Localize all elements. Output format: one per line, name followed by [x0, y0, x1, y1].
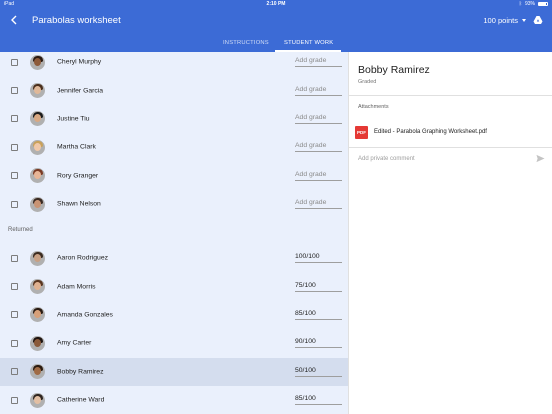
- student-name[interactable]: Martha Clark: [57, 144, 96, 151]
- returned-section-label: Returned: [8, 227, 33, 233]
- avatar: [30, 364, 45, 380]
- status-right: ᛒ 93%: [519, 1, 548, 7]
- row-checkbox[interactable]: [11, 311, 18, 319]
- student-row[interactable]: Jennifer Garcia Add grade: [0, 76, 348, 104]
- student-name[interactable]: Amy Carter: [57, 340, 91, 347]
- status-bar: iPad 2:10 PM ᛒ 93%: [0, 0, 552, 8]
- battery-percent: 93%: [524, 1, 535, 7]
- row-checkbox[interactable]: [11, 58, 18, 66]
- avatar: [30, 196, 45, 212]
- tab-student-work[interactable]: STUDENT WORK: [284, 40, 333, 46]
- points-dropdown[interactable]: 100 points: [483, 16, 526, 25]
- dropdown-caret-icon: [522, 19, 526, 22]
- grade-input[interactable]: Add grade: [295, 114, 342, 124]
- student-name[interactable]: Aaron Rodriguez: [57, 255, 108, 262]
- attachments-label: Attachments: [358, 104, 389, 110]
- avatar: [30, 168, 45, 184]
- student-name[interactable]: Cheryl Murphy: [57, 59, 101, 66]
- student-row[interactable]: Catherine Ward 85/100: [0, 386, 348, 414]
- student-name[interactable]: Amanda Gonzales: [57, 311, 113, 318]
- student-row[interactable]: Amy Carter 90/100: [0, 329, 348, 357]
- private-comment-input[interactable]: Add private comment: [358, 156, 415, 162]
- student-row[interactable]: Cheryl Murphy Add grade: [0, 52, 348, 76]
- student-name[interactable]: Jennifer Garcia: [57, 87, 103, 94]
- grade-input[interactable]: Add grade: [295, 171, 342, 181]
- avatar: [30, 111, 45, 127]
- student-row[interactable]: Bobby Ramirez 50/100: [0, 357, 348, 386]
- send-icon[interactable]: [536, 154, 545, 163]
- avatar: [30, 54, 45, 70]
- grade-input[interactable]: Add grade: [295, 57, 342, 68]
- student-name[interactable]: Shawn Nelson: [57, 201, 101, 208]
- row-checkbox[interactable]: [11, 172, 18, 180]
- grade-input[interactable]: 75/100: [295, 282, 342, 292]
- back-button[interactable]: [7, 13, 21, 27]
- avatar: [30, 307, 45, 323]
- row-checkbox[interactable]: [11, 87, 18, 95]
- tab-bar: INSTRUCTIONS STUDENT WORK: [0, 38, 552, 52]
- student-row[interactable]: Aaron Rodriguez 100/100: [0, 244, 348, 272]
- attachment-file-link[interactable]: Edited - Parabola Graphing Worksheet.pdf: [374, 129, 487, 135]
- divider: [349, 147, 552, 148]
- clock: 2:10 PM: [266, 1, 286, 7]
- grade-input[interactable]: 85/100: [295, 310, 342, 320]
- student-name[interactable]: Rory Granger: [57, 172, 98, 179]
- detail-student-name: Bobby Ramirez: [358, 64, 430, 76]
- row-checkbox[interactable]: [11, 254, 18, 262]
- pdf-icon: PDF: [355, 126, 368, 139]
- student-row[interactable]: Adam Morris 75/100: [0, 272, 348, 300]
- student-row[interactable]: Rory Granger Add grade: [0, 162, 348, 190]
- student-list: Cheryl Murphy Add grade Jennifer Garcia Add…: [0, 52, 348, 414]
- bluetooth-icon: ᛒ: [518, 1, 522, 7]
- grade-input[interactable]: 85/100: [295, 395, 342, 406]
- divider: [349, 95, 552, 96]
- row-checkbox[interactable]: [11, 368, 18, 376]
- row-checkbox[interactable]: [11, 200, 18, 208]
- student-name[interactable]: Bobby Ramirez: [57, 368, 103, 375]
- avatar: [30, 83, 45, 99]
- student-name[interactable]: Adam Morris: [57, 283, 96, 290]
- avatar: [30, 279, 45, 295]
- student-row[interactable]: Justine Tiu Add grade: [0, 105, 348, 133]
- row-checkbox[interactable]: [11, 396, 18, 404]
- student-detail-pane: Bobby Ramirez Graded Attachments PDF Edi…: [349, 52, 552, 414]
- grade-input[interactable]: Add grade: [295, 142, 342, 153]
- row-checkbox[interactable]: [11, 283, 18, 291]
- avatar: [30, 139, 45, 155]
- back-arrow-icon: [11, 15, 17, 25]
- student-row[interactable]: Amanda Gonzales 85/100: [0, 301, 348, 329]
- grade-input[interactable]: Add grade: [295, 86, 342, 96]
- grade-input[interactable]: 90/100: [295, 338, 342, 349]
- grade-input[interactable]: 50/100: [295, 367, 342, 377]
- tab-instructions[interactable]: INSTRUCTIONS: [223, 40, 269, 46]
- row-checkbox[interactable]: [11, 115, 18, 123]
- student-name[interactable]: Catherine Ward: [57, 397, 104, 404]
- grade-input[interactable]: Add grade: [295, 199, 342, 210]
- row-checkbox[interactable]: [11, 143, 18, 151]
- avatar: [30, 335, 45, 351]
- row-checkbox[interactable]: [11, 339, 18, 347]
- student-row[interactable]: Martha Clark Add grade: [0, 133, 348, 161]
- avatar: [30, 250, 45, 266]
- points-label: 100 points: [483, 16, 518, 25]
- battery-icon: [538, 2, 548, 6]
- drive-icon[interactable]: [533, 15, 543, 25]
- student-row[interactable]: Shawn Nelson Add grade: [0, 190, 348, 218]
- student-name[interactable]: Justine Tiu: [57, 115, 90, 122]
- grade-input[interactable]: 100/100: [295, 253, 342, 264]
- page-title: Parabolas worksheet: [32, 15, 121, 26]
- avatar: [30, 392, 45, 408]
- app-bar: Parabolas worksheet 100 points INSTRUCTI…: [0, 8, 552, 52]
- detail-status: Graded: [358, 79, 377, 85]
